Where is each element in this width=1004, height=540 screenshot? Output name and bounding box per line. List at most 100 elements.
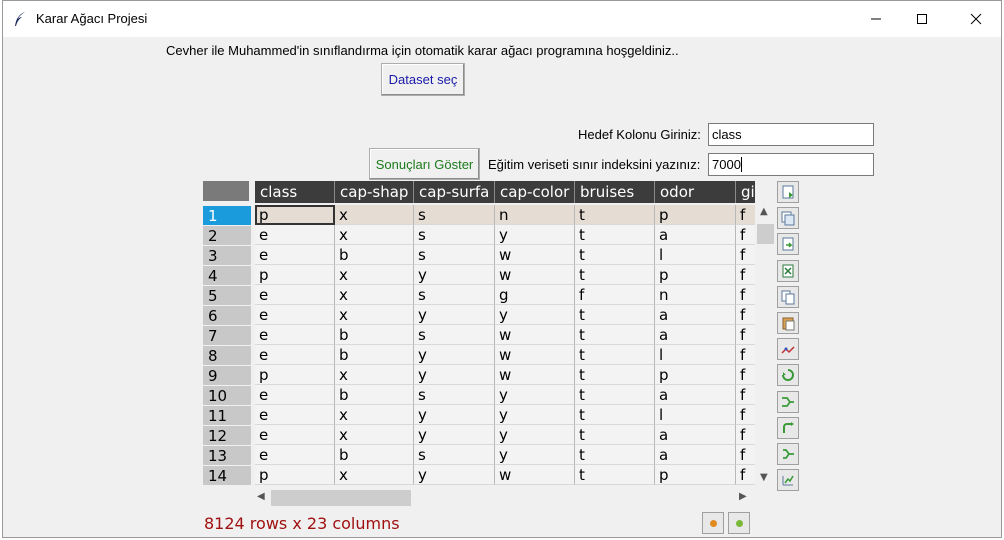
table-cell[interactable]: s xyxy=(414,245,495,265)
title-bar[interactable]: Karar Ağacı Projesi xyxy=(3,1,1001,37)
table-cell[interactable]: e xyxy=(255,285,335,305)
train-index-input[interactable]: 7000 xyxy=(708,153,874,176)
transform-button[interactable] xyxy=(777,364,799,387)
table-corner[interactable] xyxy=(203,181,249,201)
table-cell[interactable]: t xyxy=(575,305,655,325)
table-cell[interactable]: f xyxy=(575,285,655,305)
row-header[interactable]: 14 xyxy=(203,465,251,485)
table-cell[interactable]: l xyxy=(655,245,736,265)
table-cell[interactable]: e xyxy=(255,325,335,345)
scroll-down-icon[interactable]: ▼ xyxy=(760,472,768,483)
copy-table-button[interactable] xyxy=(777,207,799,230)
excel-button[interactable] xyxy=(777,259,799,282)
column-header-5[interactable]: odor xyxy=(655,181,736,203)
table-cell[interactable]: w xyxy=(495,465,575,485)
column-header-2[interactable]: cap-surfa xyxy=(414,181,495,203)
table-cell[interactable]: f xyxy=(736,325,755,345)
table-cell[interactable]: y xyxy=(495,445,575,465)
table-cell[interactable]: y xyxy=(495,385,575,405)
table-cell[interactable]: x xyxy=(335,285,414,305)
table-cell[interactable]: a xyxy=(655,445,736,465)
table-cell[interactable]: s xyxy=(414,385,495,405)
table-cell[interactable]: f xyxy=(736,465,755,485)
column-header-0[interactable]: class xyxy=(255,181,335,203)
table-cell[interactable]: w xyxy=(495,365,575,385)
copy-button[interactable] xyxy=(777,285,799,308)
table-cell[interactable]: f xyxy=(736,245,755,265)
row-header[interactable]: 1 xyxy=(203,205,251,225)
table-cell[interactable]: x xyxy=(335,205,414,225)
maximize-button[interactable] xyxy=(899,1,945,37)
table-cell[interactable]: t xyxy=(575,265,655,285)
plot-button[interactable] xyxy=(777,338,799,361)
table-cell[interactable]: y xyxy=(414,365,495,385)
merge-button[interactable] xyxy=(777,390,799,413)
table-cell[interactable]: e xyxy=(255,305,335,325)
pivot-button[interactable] xyxy=(777,416,799,439)
table-cell[interactable]: f xyxy=(736,405,755,425)
table-cell[interactable]: y xyxy=(495,225,575,245)
table-cell[interactable]: f xyxy=(736,305,755,325)
table-cell[interactable]: p xyxy=(655,465,736,485)
table-cell[interactable]: y xyxy=(495,305,575,325)
import-button[interactable] xyxy=(777,233,799,256)
horizontal-scrollbar[interactable]: ◀ ▶ xyxy=(255,488,752,506)
scroll-right-icon[interactable]: ▶ xyxy=(739,491,747,502)
table-cell[interactable]: y xyxy=(414,345,495,365)
save-button[interactable] xyxy=(777,181,799,203)
table-cell[interactable]: e xyxy=(255,405,335,425)
table-cell[interactable]: t xyxy=(575,245,655,265)
scroll-up-icon[interactable]: ▲ xyxy=(760,206,768,217)
table-cell[interactable]: s xyxy=(414,445,495,465)
table-cell[interactable]: f xyxy=(736,285,755,305)
table-cell[interactable]: a xyxy=(655,225,736,245)
horizontal-scroll-thumb[interactable] xyxy=(271,490,411,506)
table-cell[interactable]: p xyxy=(255,365,335,385)
column-header-6[interactable]: gi xyxy=(736,181,755,203)
table-cell[interactable]: s xyxy=(414,325,495,345)
table-cell[interactable]: e xyxy=(255,385,335,405)
minimize-button[interactable] xyxy=(853,1,899,37)
table-cell[interactable]: a xyxy=(655,425,736,445)
vertical-scroll-thumb[interactable] xyxy=(757,224,774,244)
vertical-scrollbar[interactable]: ▲ ▼ xyxy=(757,204,774,486)
table-cell[interactable]: t xyxy=(575,385,655,405)
table-cell[interactable]: f xyxy=(736,425,755,445)
split-button[interactable] xyxy=(777,442,799,465)
row-header[interactable]: 7 xyxy=(203,325,251,345)
close-button[interactable] xyxy=(953,1,999,37)
row-header[interactable]: 10 xyxy=(203,385,251,405)
table-cell[interactable]: y xyxy=(414,405,495,425)
table-cell[interactable]: t xyxy=(575,425,655,445)
table-cell[interactable]: l xyxy=(655,345,736,365)
table-cell[interactable]: b xyxy=(335,245,414,265)
table-cell[interactable]: t xyxy=(575,445,655,465)
table-cell[interactable]: x xyxy=(335,425,414,445)
table-cell[interactable]: x xyxy=(335,405,414,425)
table-cell[interactable]: f xyxy=(736,345,755,365)
row-header[interactable]: 9 xyxy=(203,365,251,385)
table-cell[interactable]: f xyxy=(736,205,755,225)
select-dataset-button[interactable]: Dataset seç xyxy=(381,63,465,96)
table-cell[interactable]: w xyxy=(495,245,575,265)
table-cell[interactable]: p xyxy=(655,265,736,285)
row-header[interactable]: 2 xyxy=(203,225,251,245)
table-cell[interactable]: f xyxy=(736,365,755,385)
table-cell[interactable]: s xyxy=(414,205,495,225)
table-cell[interactable]: b xyxy=(335,385,414,405)
paste-button[interactable] xyxy=(777,311,799,334)
table-cell[interactable]: b xyxy=(335,345,414,365)
table-cell[interactable]: t xyxy=(575,365,655,385)
table-cell[interactable]: p xyxy=(655,205,736,225)
table-cell[interactable]: x xyxy=(335,225,414,245)
table-cell[interactable]: a xyxy=(655,385,736,405)
scroll-left-icon[interactable]: ◀ xyxy=(257,491,265,502)
table-cell[interactable]: y xyxy=(414,265,495,285)
table-cell[interactable]: a xyxy=(655,305,736,325)
table-cell[interactable]: e xyxy=(255,425,335,445)
column-header-1[interactable]: cap-shap xyxy=(335,181,414,203)
table-cell[interactable]: y xyxy=(414,305,495,325)
table-cell[interactable]: x xyxy=(335,265,414,285)
table-cell[interactable]: p xyxy=(255,465,335,485)
table-cell[interactable]: x xyxy=(335,305,414,325)
